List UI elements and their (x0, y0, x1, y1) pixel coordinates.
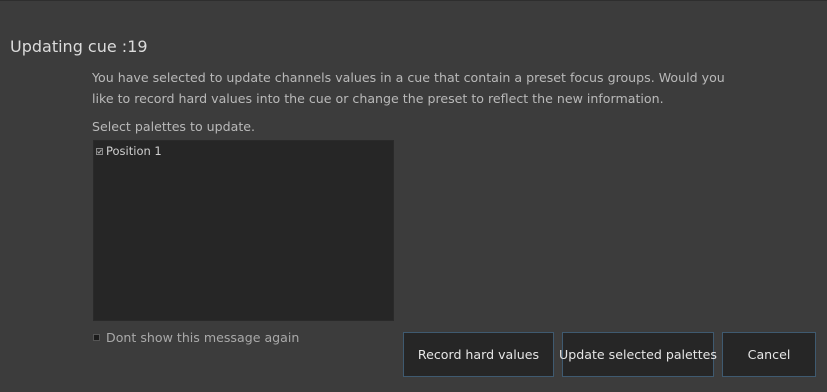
palette-item-label: Position 1 (106, 144, 162, 158)
palette-item-position-1[interactable]: Position 1 (96, 144, 162, 158)
dont-show-again-option[interactable]: Dont show this message again (93, 330, 299, 345)
record-hard-values-button[interactable]: Record hard values (403, 332, 554, 377)
update-cue-dialog: Updating cue :19 You have selected to up… (0, 0, 827, 392)
select-palettes-label: Select palettes to update. (92, 119, 256, 134)
cancel-button[interactable]: Cancel (722, 332, 816, 377)
dont-show-checkbox[interactable] (93, 334, 100, 341)
palette-list[interactable]: Position 1 (93, 140, 394, 321)
dialog-message: You have selected to update channels val… (92, 70, 725, 106)
dont-show-label: Dont show this message again (106, 330, 300, 345)
checkbox-checked-icon[interactable] (96, 147, 103, 155)
update-selected-palettes-button[interactable]: Update selected palettes (559, 332, 717, 377)
dialog-title: Updating cue :19 (10, 37, 148, 56)
